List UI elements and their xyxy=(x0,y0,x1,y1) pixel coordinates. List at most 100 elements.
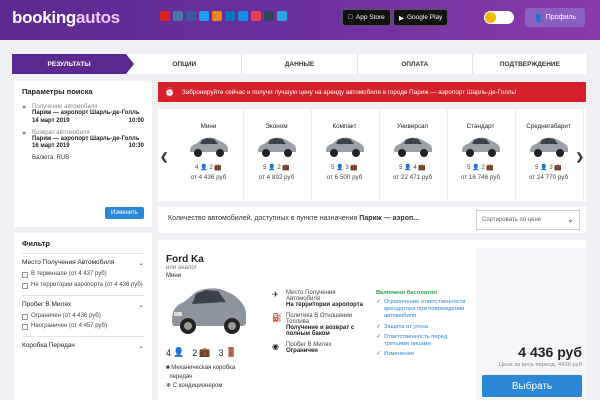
select-button[interactable]: Выбрать xyxy=(482,375,582,397)
category-card[interactable]: Среднегабарит 5 👤 3 💼 от 24 770 руб xyxy=(514,109,584,201)
person-icon: 👤 xyxy=(173,347,185,357)
filter-pickup-header[interactable]: Место Получения Автомобиля ⌄ xyxy=(22,259,144,267)
filter-option-label: Ограничен (от 4 436 руб) xyxy=(31,312,101,319)
checkbox[interactable] xyxy=(22,282,28,289)
car-icon xyxy=(242,130,311,160)
category-name: Мини xyxy=(200,123,217,130)
filter-option-unlimited[interactable]: Неограничен (от 4 457 руб) xyxy=(22,323,144,331)
category-card[interactable]: Эконом 5 👤 2 💼 от 4 892 руб xyxy=(242,109,312,201)
filter-option-limited[interactable]: Ограничен (от 4 436 руб) xyxy=(22,313,144,321)
google-play-badge[interactable]: ▶ Google Play xyxy=(393,9,449,26)
car-icon xyxy=(310,130,379,160)
bags-count: 2 xyxy=(277,165,281,171)
doors-count: 3 xyxy=(218,347,224,358)
tumblr-icon[interactable] xyxy=(264,11,274,21)
info-mileage: ◉ Пробег В Милях Ограничен xyxy=(272,342,368,354)
car-similar-label: или аналог xyxy=(166,265,197,271)
location-pin-icon: ● xyxy=(22,104,27,111)
chevron-down-icon: ⌄ xyxy=(138,301,144,309)
alarm-clock-icon: ⏰ xyxy=(164,87,176,97)
included-item-text: Ответственность перед третьими лицами xyxy=(383,333,448,348)
gearbox-feature-text: Механическая коробка xyxy=(171,365,236,371)
step-payment[interactable]: ОПЛАТА xyxy=(357,54,473,74)
car-categories: ❮ ❯ Мини 4 👤 2 💼 от 4 436 руб Эконом 5 👤 2 💼… xyxy=(158,109,586,201)
filter-option-terminal[interactable]: В терминале (от 4 437 руб) xyxy=(22,271,144,279)
category-card[interactable]: Универсал 5 👤 4 💼 от 22 471 руб xyxy=(378,109,448,201)
pickup-place: Париж — аэропорт Шарль-де-Голль xyxy=(32,110,140,116)
filter-gearbox-section: Коробка Передач ⌄ xyxy=(22,336,144,350)
fuel-icon: ⛽ xyxy=(272,313,282,322)
category-card[interactable]: Компакт 5 👤 3 💼 от 6 500 руб xyxy=(310,109,380,201)
promo-alert-text: Забронируйте сейчас и получи лучшую цену… xyxy=(182,88,517,96)
chevron-down-icon: ⌄ xyxy=(567,215,574,224)
bags-count: 2 xyxy=(481,165,485,171)
pickup-block: ● Получение автомобиля Париж — аэропорт … xyxy=(22,104,144,124)
bookmark-icon[interactable] xyxy=(160,11,170,21)
filter-gearbox-header[interactable]: Коробка Передач ⌄ xyxy=(22,342,144,350)
step-options[interactable]: ОПЦИИ xyxy=(127,54,243,74)
seats-count: 4 xyxy=(195,165,199,171)
category-price: от 24 770 руб xyxy=(528,174,569,181)
app-store-badge[interactable]: App Store xyxy=(342,9,391,26)
filter-option-label: Не территории аэропорта (от 4 436 руб) xyxy=(31,281,143,288)
checkbox[interactable] xyxy=(22,272,28,278)
sort-select-value: Сортировать по цене xyxy=(482,217,542,223)
category-card[interactable]: Стандарт 5 👤 2 💼 от 16 746 руб xyxy=(446,109,516,201)
booking-steps: РЕЗУЛЬТАТЫ ОПЦИИ ДАННЫЕ ОПЛАТА ПОДТВЕРЖД… xyxy=(12,54,589,74)
speedometer-icon: ◉ xyxy=(272,342,279,351)
car-features: ■ Механическая коробка передач ❄ С конди… xyxy=(166,364,235,391)
bags-count: 2 xyxy=(209,165,213,171)
filter-option-outside[interactable]: Не территории аэропорта (от 4 436 руб) xyxy=(22,282,144,290)
play-icon: ▶ xyxy=(399,14,404,22)
fuel-value: Получение и возврат с полным баком xyxy=(285,325,355,337)
profile-button[interactable]: 👤 Профиль xyxy=(525,8,585,27)
category-card[interactable]: Мини 4 👤 2 💼 от 4 436 руб xyxy=(174,109,244,201)
location-pin-icon: ● xyxy=(22,129,27,137)
car-icon xyxy=(446,130,515,160)
included-item-text: Изменения xyxy=(383,351,414,358)
filter-mileage-header[interactable]: Пробег В Милях ⌄ xyxy=(22,301,144,309)
twitter-icon[interactable] xyxy=(199,11,209,21)
results-count-place: Париж — аэроп... xyxy=(359,215,420,222)
ac-feature-text: С кондиционером xyxy=(172,383,223,389)
rental-info: ✈ Место Получения Автомобиля На территории … xyxy=(272,290,368,359)
change-search-button[interactable]: Изменить xyxy=(104,207,144,219)
pickup-datetime: 14 март 2019 10:00 xyxy=(32,118,144,124)
promo-alert: ⏰ Забронируйте сейчас и получи лучшую це… xyxy=(158,82,586,102)
apple-icon:  xyxy=(348,14,353,21)
check-icon: ✓ xyxy=(376,351,381,358)
seats-count: 5 xyxy=(535,165,539,171)
category-price: от 4 892 руб xyxy=(258,174,295,181)
linkedin-icon[interactable] xyxy=(225,11,235,21)
pocket-icon[interactable] xyxy=(251,11,261,21)
sort-select[interactable]: Сортировать по цене ⌄ xyxy=(476,210,580,230)
theme-toggle[interactable] xyxy=(484,11,514,24)
mail-icon[interactable] xyxy=(238,11,248,21)
site-logo[interactable]: bookingautos xyxy=(12,8,120,28)
step-details[interactable]: ДАННЫЕ xyxy=(242,54,358,74)
car-icon xyxy=(174,130,243,160)
odnoklassniki-icon[interactable] xyxy=(212,11,222,21)
checkbox[interactable] xyxy=(22,313,28,320)
vk-icon[interactable] xyxy=(173,11,183,21)
car-specs: 4 👤 2 💼 3 🚪 xyxy=(166,347,237,358)
facebook-icon[interactable] xyxy=(186,11,196,21)
category-price: от 22 471 руб xyxy=(392,174,433,181)
bags-count: 3 xyxy=(345,165,349,171)
seats-count: 4 xyxy=(166,347,172,358)
chevron-left-icon[interactable]: ❮ xyxy=(160,152,168,163)
telegram-icon[interactable] xyxy=(277,11,287,21)
checkbox[interactable] xyxy=(22,324,28,331)
return-datetime: 16 март 2019 10:30 xyxy=(32,143,144,149)
step-confirmation[interactable]: ПОДТВЕРЖДЕНИЕ xyxy=(472,54,589,74)
car-image xyxy=(172,288,246,334)
category-name: Эконом xyxy=(265,123,288,130)
included-list: Включено бесплатно ✓ Ограничение ответств… xyxy=(376,290,468,362)
chevron-down-icon: ⌄ xyxy=(138,343,144,351)
car-class: Мини xyxy=(166,273,182,279)
logo-text-booking: booking xyxy=(12,8,76,27)
seats-spec: 4 👤 xyxy=(166,347,184,358)
check-icon: ✓ xyxy=(376,323,381,330)
seats-count: 5 xyxy=(399,165,403,171)
step-results[interactable]: РЕЗУЛЬТАТЫ xyxy=(12,54,135,74)
